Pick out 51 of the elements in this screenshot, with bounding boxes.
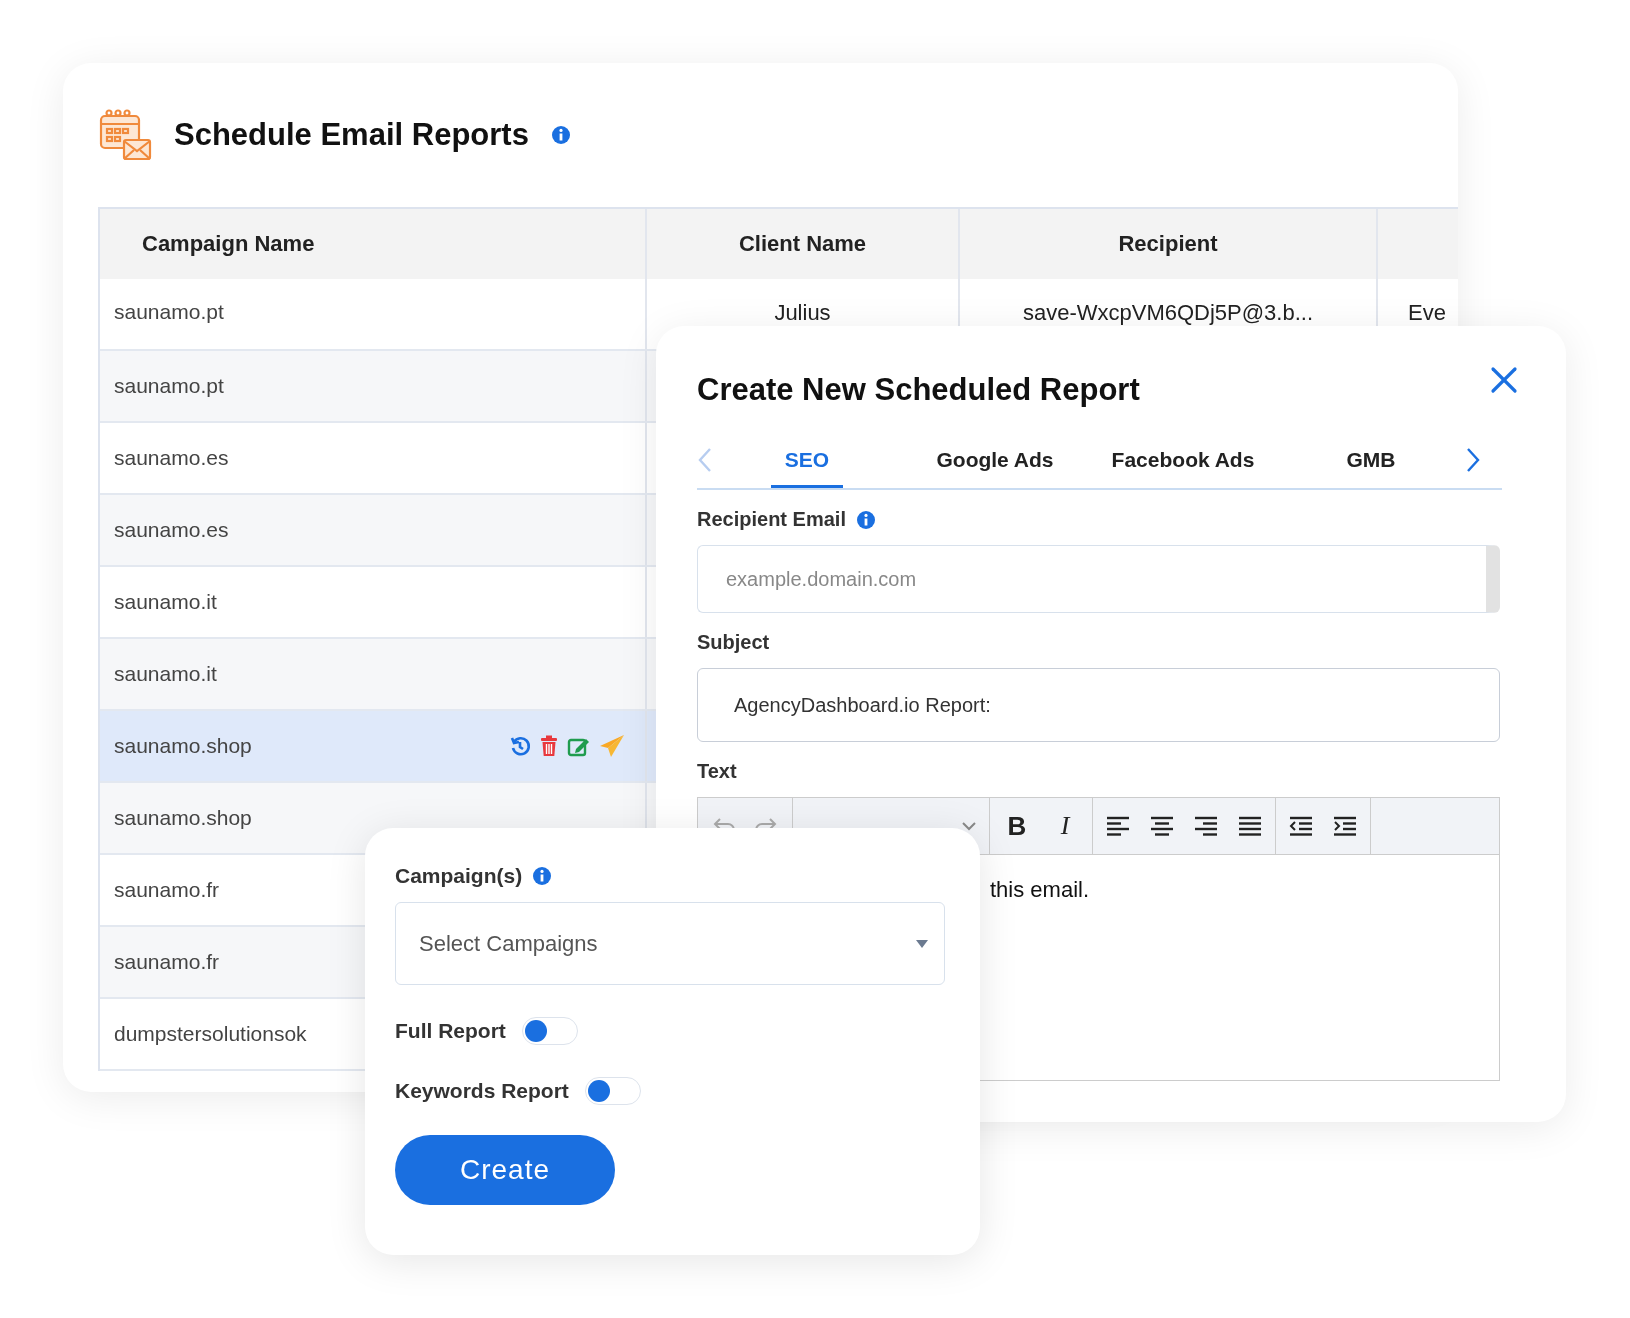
- tab[interactable]: Google Ads: [901, 432, 1089, 488]
- campaign-name: saunamo.fr: [114, 878, 220, 902]
- info-icon[interactable]: [550, 125, 571, 145]
- align-center-icon[interactable]: [1149, 815, 1175, 837]
- campaign-name: saunamo.shop: [114, 734, 252, 758]
- table-cell: Julius: [774, 300, 831, 326]
- toggle-label: Full Report: [395, 1019, 506, 1043]
- tab[interactable]: Facebook Ads: [1089, 432, 1277, 488]
- bold-button[interactable]: B: [1002, 810, 1032, 842]
- align-justify-icon[interactable]: [1237, 815, 1263, 837]
- close-icon[interactable]: [1490, 366, 1518, 394]
- italic-button[interactable]: I: [1050, 811, 1080, 841]
- chevron-down-icon: [961, 821, 977, 831]
- toggle-label: Keywords Report: [395, 1079, 569, 1103]
- toggle-switch[interactable]: [521, 1017, 578, 1045]
- table-cell: Eve: [1408, 300, 1446, 326]
- campaign-dropdown[interactable]: Select Campaigns: [395, 902, 945, 985]
- campaign-name: saunamo.shop: [114, 806, 252, 830]
- field-label: Campaign(s): [395, 864, 523, 888]
- calendar-mail-icon: [98, 108, 152, 162]
- campaign-name: saunamo.fr: [114, 950, 220, 974]
- align-left-icon[interactable]: [1105, 815, 1131, 837]
- toggle-switch[interactable]: [584, 1077, 641, 1105]
- outdent-icon[interactable]: [1288, 815, 1314, 837]
- trash-icon[interactable]: [539, 735, 559, 757]
- chevron-right-icon[interactable]: [1466, 447, 1480, 473]
- field-label: Recipient Email: [697, 508, 846, 531]
- subject-field[interactable]: AgencyDashboard.io Report:: [697, 668, 1500, 742]
- field-label: Subject: [697, 631, 770, 654]
- field-label: Text: [697, 760, 737, 783]
- campaign-name: saunamo.it: [114, 590, 217, 614]
- align-right-icon[interactable]: [1193, 815, 1219, 837]
- campaign-name: dumpstersolutionsok: [114, 1022, 307, 1046]
- tab[interactable]: SEO: [713, 432, 901, 488]
- email-field[interactable]: example.domain.com: [697, 545, 1500, 613]
- modal-title: Create New Scheduled Report: [697, 372, 1141, 408]
- campaign-name: saunamo.es: [114, 446, 229, 470]
- editor-text: this email.: [990, 877, 1090, 902]
- campaign-name: saunamo.es: [114, 518, 229, 542]
- dropdown-caret-icon: [916, 939, 928, 948]
- page-title: Schedule Email Reports: [174, 117, 529, 153]
- campaign-name: saunamo.pt: [114, 374, 224, 398]
- history-icon[interactable]: [509, 735, 531, 757]
- indent-icon[interactable]: [1332, 815, 1358, 837]
- info-icon[interactable]: [532, 866, 553, 886]
- info-icon[interactable]: [855, 509, 876, 530]
- create-button[interactable]: Create: [395, 1135, 615, 1205]
- tab[interactable]: GMB: [1277, 432, 1465, 488]
- campaign-name: saunamo.it: [114, 662, 217, 686]
- campaign-name: saunamo.pt: [114, 300, 224, 324]
- table-cell: save-WxcpVM6QDj5P@3.b...: [1022, 300, 1314, 326]
